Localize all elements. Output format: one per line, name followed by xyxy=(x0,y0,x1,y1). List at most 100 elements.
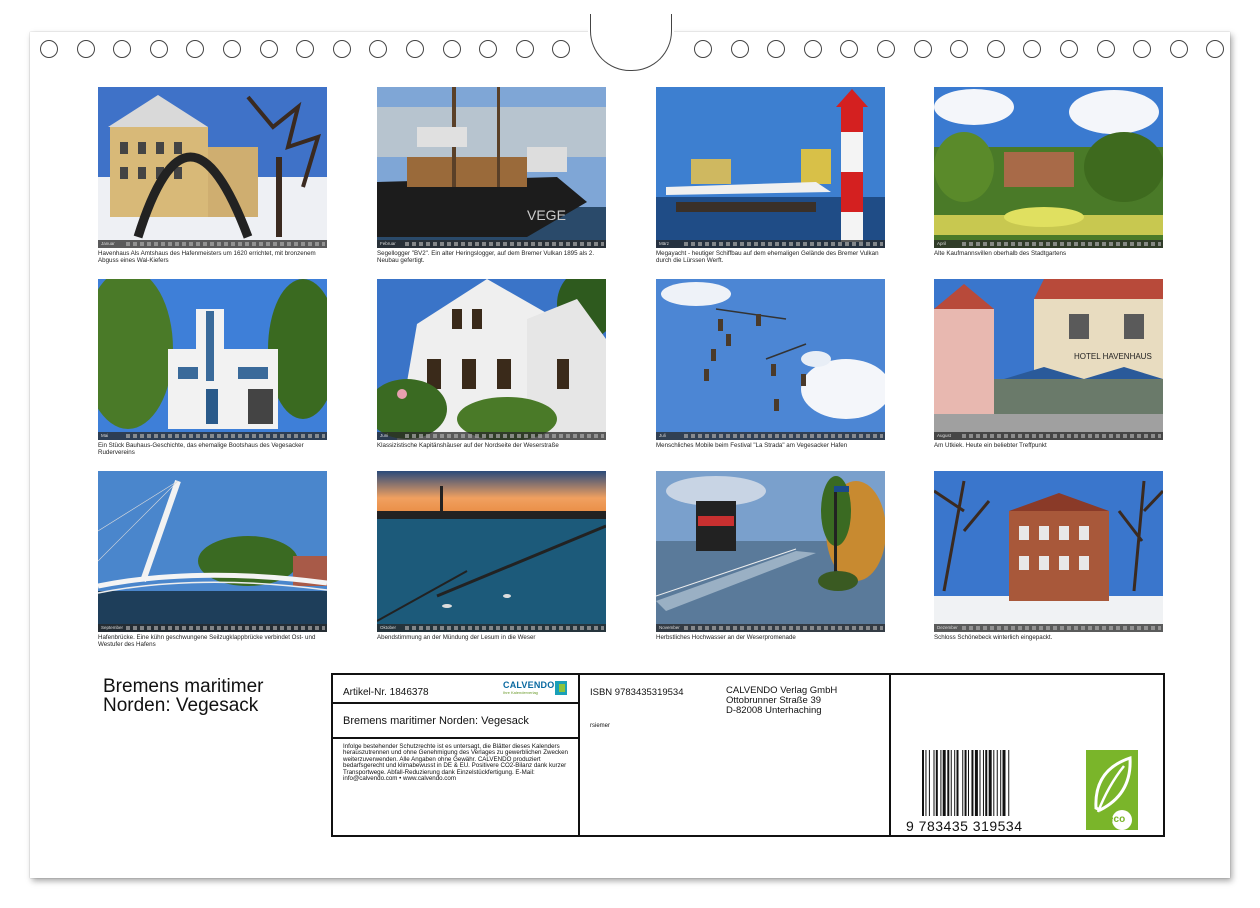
isbn: ISBN 9783435319534 xyxy=(590,687,684,698)
barcode-bar xyxy=(1008,750,1010,816)
month-strip: Januar xyxy=(98,240,327,248)
month-strip: September xyxy=(98,624,327,632)
binding-ring xyxy=(877,40,895,58)
day-row xyxy=(962,626,1161,630)
month-strip: März xyxy=(656,240,885,248)
schloss-schoenebeck-image xyxy=(934,471,1163,632)
hafenbruecke-image xyxy=(98,471,327,632)
caption-october: Abendstimmung an der Mündung der Lesum i… xyxy=(377,634,536,641)
calvendo-logo: CALVENDO Ihre Kalenderverlag xyxy=(503,680,575,698)
month-strip: Oktober xyxy=(377,624,606,632)
caption-june: Klassizistische Kapitänshäuser auf der N… xyxy=(377,442,559,449)
binding-ring xyxy=(730,40,749,58)
eco-badge: eco xyxy=(1086,750,1138,830)
photo-november: November xyxy=(656,471,885,632)
barcode-bar xyxy=(971,750,974,816)
month-label: Dezember xyxy=(937,625,958,630)
utkiek-image: HOTEL HAVENHAUS xyxy=(934,279,1163,440)
hochwasser-image xyxy=(656,471,885,632)
day-row xyxy=(405,434,604,438)
barcode-bar xyxy=(968,750,969,816)
caption-november: Herbstliches Hochwasser an der Weserprom… xyxy=(656,634,796,641)
barcode-bar xyxy=(933,750,935,816)
caption-july: Menschliches Mobile beim Festival "La St… xyxy=(656,442,848,449)
barcode-bar xyxy=(954,750,956,816)
caption-august: Am Utkiek. Heute ein beliebter Treffpunk… xyxy=(934,442,1047,449)
binding-ring xyxy=(76,40,95,58)
binding-ring xyxy=(40,40,58,58)
binding-ring xyxy=(1023,40,1042,58)
day-row xyxy=(684,434,883,438)
photo-march: März xyxy=(656,87,885,248)
binding-ring xyxy=(694,40,712,58)
barcode-bar xyxy=(1002,750,1006,816)
svg-text:HOTEL HAVENHAUS: HOTEL HAVENHAUS xyxy=(1074,352,1152,361)
barcode-bar xyxy=(928,750,930,816)
photo-october: Oktober xyxy=(377,471,606,632)
month-label: Oktober xyxy=(380,625,397,630)
binding-ring xyxy=(767,40,786,58)
caption-may: Ein Stück Bauhaus-Geschichte, das ehemal… xyxy=(98,442,304,456)
binding-ring xyxy=(986,40,1005,58)
binding-ring xyxy=(515,40,534,58)
megayacht-image xyxy=(656,87,885,248)
binding-ring xyxy=(149,40,168,58)
calendar-title-line1: Bremens maritimer xyxy=(103,676,264,697)
month-strip: Dezember xyxy=(934,624,1163,632)
kaufmannsvillen-image xyxy=(934,87,1163,248)
calendar-title: Bremens maritimer Norden: Vegesack xyxy=(103,677,323,715)
barcode-bar xyxy=(925,750,927,816)
mobile-festival-image xyxy=(656,279,885,440)
month-label: September xyxy=(101,625,124,630)
barcode-bar xyxy=(996,750,998,816)
abendstimmung-image xyxy=(377,471,606,632)
day-row xyxy=(684,626,883,630)
caption-september: Hafenbrücke. Eine kühn geschwungene Seil… xyxy=(98,634,316,648)
kapitaenshaeuser-image xyxy=(377,279,606,440)
barcode-bar xyxy=(942,750,946,816)
month-strip: Mai xyxy=(98,432,327,440)
month-strip: Juli xyxy=(656,432,885,440)
binding-ring xyxy=(186,40,205,58)
month-label: Februar xyxy=(380,241,396,246)
photo-december: Dezember xyxy=(934,471,1163,632)
legal-notice: Infolge bestehender Schutzrechte ist es … xyxy=(343,743,568,783)
barcode-bar xyxy=(979,750,981,816)
article-number: Artikel-Nr. 1846378 xyxy=(343,687,429,698)
binding-ring xyxy=(1133,40,1152,58)
binding-ring xyxy=(1060,40,1078,58)
calendar-title-line2: Norden: Vegesack xyxy=(103,695,259,716)
calvendo-mark-icon xyxy=(555,681,567,695)
svg-text:VEGE: VEGE xyxy=(527,207,566,223)
day-row xyxy=(405,242,604,246)
binding-ring xyxy=(406,40,424,58)
day-row xyxy=(126,242,325,246)
author: rsiemer xyxy=(590,723,611,729)
month-label: März xyxy=(659,241,669,246)
binding-ring xyxy=(113,40,132,58)
day-row xyxy=(684,242,883,246)
binding-ring xyxy=(442,40,461,58)
month-label: August xyxy=(937,433,952,438)
binding-ring xyxy=(950,40,969,58)
divider xyxy=(889,675,891,835)
day-row xyxy=(962,242,1161,246)
binding-ring xyxy=(1096,40,1115,58)
barcode-bar xyxy=(982,750,984,816)
caption-february: Segellogger "BV2". Ein alter Heringslogg… xyxy=(377,250,595,264)
barcode: 9 783435 319534 xyxy=(906,750,1050,834)
divider xyxy=(333,702,578,704)
bootshaus-image xyxy=(98,279,327,440)
photo-september: September xyxy=(98,471,327,632)
month-label: November xyxy=(659,625,680,630)
barcode-bar xyxy=(935,750,938,816)
binding-ring xyxy=(552,40,571,58)
month-label: April xyxy=(937,241,947,246)
month-strip: August xyxy=(934,432,1163,440)
month-strip: Juni xyxy=(377,432,606,440)
barcode-bar xyxy=(974,750,978,816)
binding-ring xyxy=(1206,40,1225,58)
publisher-info-box: Artikel-Nr. 1846378 CALVENDO Ihre Kalend… xyxy=(331,673,1165,837)
caption-december: Schloss Schönebeck winterlich eingepackt… xyxy=(934,634,1053,641)
barcode-bar xyxy=(956,750,959,816)
